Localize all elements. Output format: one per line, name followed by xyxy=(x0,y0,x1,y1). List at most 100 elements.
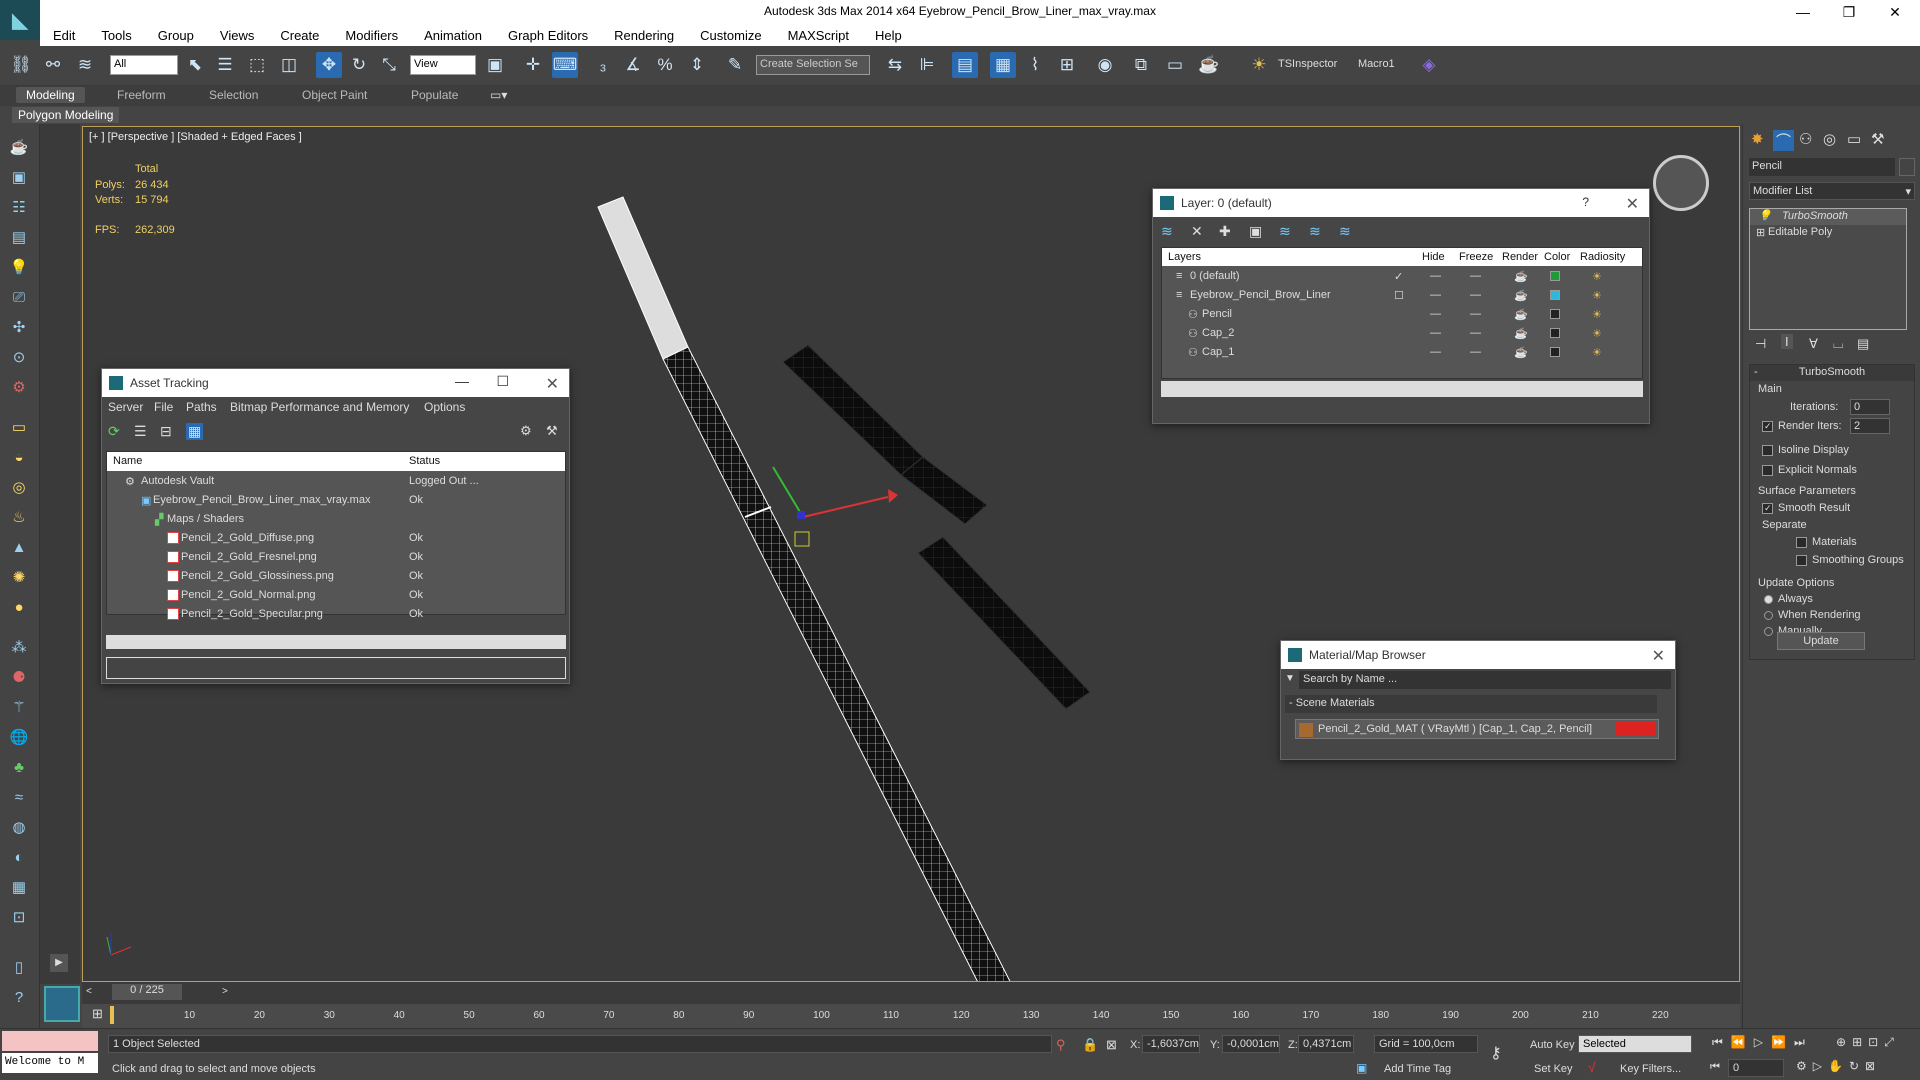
asset-close-icon[interactable]: ✕ xyxy=(546,374,559,394)
table-row[interactable]: ⚙ Autodesk Vault Logged Out ... xyxy=(107,472,565,491)
object-name-field[interactable]: Pencil xyxy=(1749,158,1895,176)
percent-snap-icon[interactable]: % xyxy=(652,52,678,78)
scene-explorer-icon[interactable]: ☷ xyxy=(7,196,31,218)
menu-help[interactable]: Help xyxy=(862,28,915,43)
layer-row[interactable]: ⚇ Cap_1 — — ☕ ☀ xyxy=(1162,343,1642,362)
minimize-button[interactable]: — xyxy=(1780,0,1826,24)
render-production-icon[interactable]: ☕ xyxy=(1196,52,1222,78)
current-frame-field[interactable]: 0 xyxy=(1728,1059,1784,1077)
torus-icon[interactable]: ◎ xyxy=(7,476,31,498)
asset-settings-icon[interactable]: ⚒ xyxy=(546,423,558,439)
layer-col-radiosity[interactable]: Radiosity xyxy=(1580,251,1625,263)
sphere-icon[interactable]: ◒ xyxy=(7,446,31,468)
globe-icon[interactable]: 🌐 xyxy=(7,726,31,748)
layer-help-icon[interactable]: ? xyxy=(1582,195,1589,209)
z-coordinate-field[interactable]: 0,4371cm xyxy=(1298,1035,1354,1053)
radiosity-toggle-icon[interactable]: ☀ xyxy=(1592,308,1602,321)
menu-modifiers[interactable]: Modifiers xyxy=(332,28,411,43)
display-tab-icon[interactable]: ▭ xyxy=(1847,130,1861,148)
hide-toggle-icon[interactable]: — xyxy=(1430,346,1441,358)
maxscript-listener-top[interactable] xyxy=(2,1031,98,1051)
render-toggle-icon[interactable]: ☕ xyxy=(1514,308,1528,321)
key-icon[interactable]: ⚷ xyxy=(1490,1043,1502,1063)
keyboard-shortcut-override-icon[interactable]: ⌨ xyxy=(552,52,578,78)
modifier-list-dropdown[interactable]: Modifier List ▾ xyxy=(1749,182,1915,200)
asset-col-status[interactable]: Status xyxy=(409,455,440,467)
freeze-toggle-icon[interactable]: — xyxy=(1470,289,1481,301)
rendered-frame-icon[interactable]: ▭ xyxy=(1162,52,1188,78)
select-manipulate-icon[interactable]: ✛ xyxy=(520,52,546,78)
mirror-icon[interactable]: ⇆ xyxy=(882,52,908,78)
set-key-button[interactable]: Set Key xyxy=(1534,1063,1573,1075)
tab-populate[interactable]: Populate xyxy=(411,88,458,102)
table-row[interactable]: Pencil_2_Gold_Glossiness.png Ok xyxy=(107,567,565,586)
time-config-icon[interactable]: ⚙ xyxy=(1796,1059,1807,1073)
time-slider-thumb[interactable]: 0 / 225 xyxy=(112,984,182,1000)
particle-icon[interactable]: ⁂ xyxy=(7,636,31,658)
table-row[interactable]: Pencil_2_Gold_Fresnel.png Ok xyxy=(107,548,565,567)
layer-titlebar[interactable]: Layer: 0 (default) ? ✕ xyxy=(1153,189,1649,217)
snaps-toggle-icon[interactable]: ₃ xyxy=(590,52,616,78)
teapot-prim-icon[interactable]: ♨ xyxy=(7,506,31,528)
zoom-icon[interactable]: ⊕ xyxy=(1836,1035,1846,1050)
select-rotate-icon[interactable]: ↻ xyxy=(346,52,372,78)
close-button[interactable]: ✕ xyxy=(1872,0,1918,24)
plant-icon[interactable]: ♣ xyxy=(7,756,31,778)
menu-customize[interactable]: Customize xyxy=(687,28,774,43)
select-scale-icon[interactable]: ⤡ xyxy=(376,52,402,78)
viewcube-icon[interactable] xyxy=(1653,155,1709,211)
tree-view-icon[interactable]: ⊟ xyxy=(160,423,172,440)
asset-menu-options[interactable]: Options xyxy=(424,400,465,414)
cap-2-mesh[interactable] xyxy=(917,536,1091,710)
teapot-icon[interactable]: ☕ xyxy=(7,136,31,158)
macro1-label[interactable]: Macro1 xyxy=(1358,58,1395,70)
update-button[interactable]: Update xyxy=(1777,632,1865,650)
asset-maximize-icon[interactable]: ☐ xyxy=(496,373,509,390)
expand-icon[interactable]: ⊞ xyxy=(1756,226,1765,239)
hide-toggle-icon[interactable]: — xyxy=(1430,308,1441,320)
tsinspector-label[interactable]: TSInspector xyxy=(1278,58,1337,70)
isolate-icon[interactable]: ⚲ xyxy=(1056,1037,1066,1053)
orbit-icon[interactable]: ↻ xyxy=(1849,1059,1859,1073)
calculator-icon[interactable]: ▦ xyxy=(7,876,31,898)
schematic-view-icon[interactable]: ⊞ xyxy=(1054,52,1080,78)
smoothing-groups-checkbox[interactable] xyxy=(1796,555,1807,566)
iterations-spinner[interactable]: 0 xyxy=(1850,399,1890,415)
table-row[interactable]: Pencil_2_Gold_Diffuse.png Ok xyxy=(107,529,565,548)
freeze-all-icon[interactable]: ≋ xyxy=(1339,223,1351,240)
pan-icon[interactable]: ✋ xyxy=(1828,1059,1843,1073)
key-filters-button[interactable]: Key Filters... xyxy=(1620,1063,1681,1075)
y-coordinate-field[interactable]: -0,0001cm xyxy=(1222,1035,1280,1053)
current-layer-box-icon[interactable]: ☐ xyxy=(1394,289,1404,302)
render-iters-spinner[interactable]: 2 xyxy=(1850,418,1890,434)
always-radio[interactable] xyxy=(1764,595,1773,604)
absolute-mode-icon[interactable]: ⊠ xyxy=(1106,1037,1117,1053)
dynamics-icon[interactable]: ⚈ xyxy=(7,666,31,688)
layer-hscrollbar[interactable] xyxy=(1161,381,1643,397)
link-icon[interactable]: ⛓ xyxy=(8,52,34,78)
hide-toggle-icon[interactable]: — xyxy=(1430,289,1441,301)
material-item[interactable]: Pencil_2_Gold_MAT ( VRayMtl ) [Cap_1, Ca… xyxy=(1295,719,1659,739)
freeze-toggle-icon[interactable]: — xyxy=(1470,270,1481,282)
asset-tracking-titlebar[interactable]: Asset Tracking — ☐ ✕ xyxy=(102,369,569,397)
render-toggle-icon[interactable]: ☕ xyxy=(1514,327,1528,340)
table-row[interactable]: ▣ Eyebrow_Pencil_Brow_Liner_max_vray.max O… xyxy=(107,491,565,510)
align-icon[interactable]: ⊫ xyxy=(914,52,940,78)
menu-views[interactable]: Views xyxy=(207,28,267,43)
layer-row[interactable]: ⚇ Pencil — — ☕ ☀ xyxy=(1162,305,1642,324)
remove-modifier-icon[interactable]: ⌴ xyxy=(1833,336,1843,352)
layer-row[interactable]: ≡ 0 (default) ✓ — — ☕ ☀ xyxy=(1162,267,1642,286)
asset-menu-paths[interactable]: Paths xyxy=(186,400,217,414)
hide-all-icon[interactable]: ≋ xyxy=(1309,223,1321,240)
key-mode-toggle-icon[interactable]: ⏮ xyxy=(1710,1061,1720,1074)
radiosity-toggle-icon[interactable]: ☀ xyxy=(1592,270,1602,283)
viewport-layout-thumb[interactable] xyxy=(44,986,80,1022)
prev-frame-icon[interactable]: ⏪ xyxy=(1731,1035,1746,1050)
current-layer-check-icon[interactable]: ✓ xyxy=(1394,270,1403,283)
curve-editor-icon[interactable]: ⌇ xyxy=(1022,52,1048,78)
zoom-all-icon[interactable]: ⊞ xyxy=(1852,1035,1862,1050)
app-logo-icon[interactable]: ◣ xyxy=(0,0,40,40)
time-next-icon[interactable]: > xyxy=(222,986,228,997)
layer-color-swatch[interactable] xyxy=(1550,328,1560,338)
unlink-icon[interactable]: ⚯ xyxy=(40,52,66,78)
